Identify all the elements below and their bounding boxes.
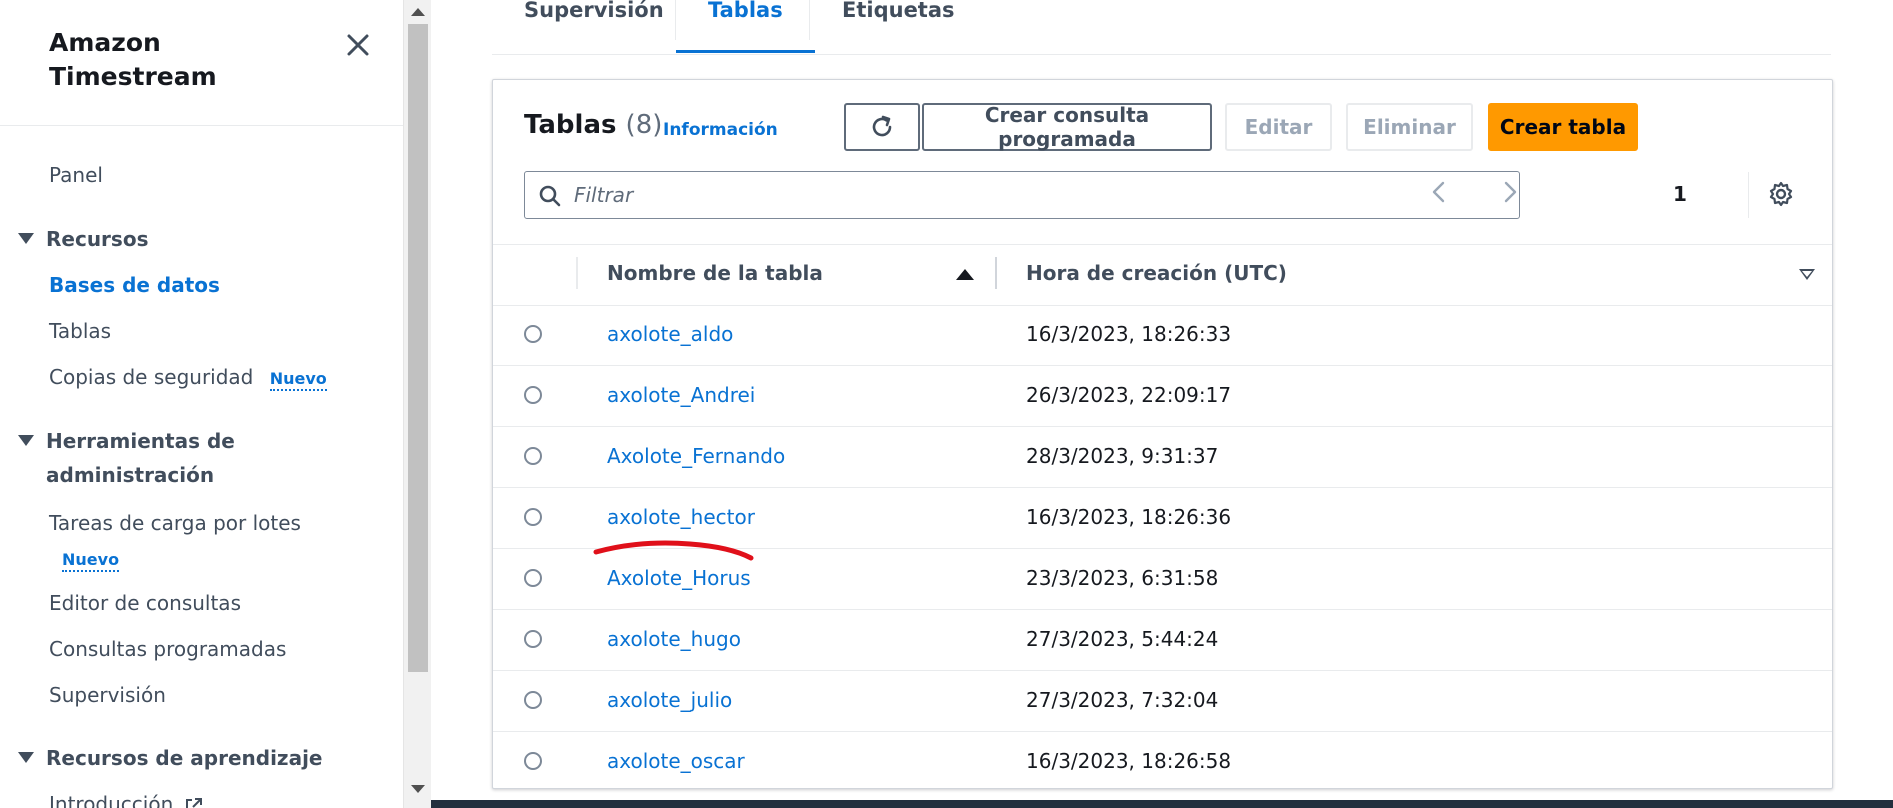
table-row[interactable]: axolote_julio 27/3/2023, 7:32:04	[493, 671, 1832, 732]
edit-button[interactable]: Editar	[1225, 103, 1332, 151]
tab-tables[interactable]: Tablas	[676, 0, 815, 53]
sidebar-item-tables[interactable]: Tablas	[49, 319, 111, 343]
sidebar-item-batch-load[interactable]: Tareas de carga por lotes	[49, 511, 301, 535]
chevron-right-icon[interactable]	[1500, 180, 1520, 204]
table-name-link[interactable]: Axolote_Horus	[607, 566, 751, 590]
section-learning-toggle[interactable]: Recursos de aprendizaje	[18, 741, 322, 775]
column-header-created[interactable]: Hora de creación (UTC)	[1026, 261, 1287, 285]
service-title[interactable]: Amazon Timestream	[49, 26, 217, 94]
caret-down-icon	[18, 435, 34, 446]
tables-heading: Tablas (8)	[524, 110, 663, 140]
table-name-link[interactable]: axolote_oscar	[607, 749, 745, 773]
creation-time: 16/3/2023, 18:26:58	[1026, 749, 1232, 773]
column-header-name[interactable]: Nombre de la tabla	[607, 261, 823, 285]
tables-container: Tablas (8) Información Crear consulta pr…	[492, 79, 1833, 789]
chevron-left-icon[interactable]	[1429, 180, 1449, 204]
tables-count: (8)	[625, 110, 663, 140]
creation-time: 16/3/2023, 18:26:36	[1026, 505, 1232, 529]
filter-placeholder: Filtrar	[574, 183, 634, 207]
sidebar-scrollbar[interactable]	[403, 0, 432, 808]
table-name-link[interactable]: axolote_aldo	[607, 322, 733, 346]
bottom-footer-bar	[431, 800, 1893, 808]
table-name-link[interactable]: axolote_hector	[607, 505, 755, 529]
table-row[interactable]: axolote_oscar 16/3/2023, 18:26:58	[493, 732, 1832, 788]
create-table-button[interactable]: Crear tabla	[1488, 103, 1638, 151]
sidebar-item-backups[interactable]: Copias de seguridad Nuevo	[49, 365, 327, 391]
row-select-radio[interactable]	[524, 569, 542, 587]
tab-monitoring[interactable]: Supervisión	[492, 0, 696, 53]
pagination-divider	[1748, 172, 1749, 218]
main-content: Supervisión Tablas Etiquetas Tablas (8) …	[431, 0, 1893, 808]
sidebar-item-label: Copias de seguridad	[49, 365, 254, 389]
delete-button[interactable]: Eliminar	[1346, 103, 1473, 151]
sidebar-item-monitoring[interactable]: Supervisión	[49, 683, 166, 707]
row-select-radio[interactable]	[524, 691, 542, 709]
table-row[interactable]: axolote_Andrei 26/3/2023, 22:09:17	[493, 366, 1832, 427]
sidebar-item-label: Introducción	[49, 792, 174, 808]
external-link-icon	[185, 797, 202, 808]
caret-down-icon	[18, 233, 34, 244]
scrollbar-thumb[interactable]	[408, 24, 428, 672]
tab-tags[interactable]: Etiquetas	[810, 0, 987, 53]
caret-down-icon	[18, 752, 34, 763]
side-navigation: Amazon Timestream Panel Recursos Bases d…	[0, 0, 403, 808]
column-divider[interactable]	[995, 257, 997, 289]
create-scheduled-query-button[interactable]: Crear consulta programada	[922, 103, 1212, 151]
page-number[interactable]: 1	[1673, 182, 1687, 206]
sort-ascending-icon[interactable]	[956, 269, 974, 280]
sidebar-item-intro[interactable]: Introducción	[49, 792, 204, 808]
row-select-radio[interactable]	[524, 447, 542, 465]
table-row[interactable]: Axolote_Horus 23/3/2023, 6:31:58	[493, 549, 1832, 610]
section-admin-tools-toggle[interactable]: Herramientas de administración	[18, 424, 235, 492]
table-name-link[interactable]: Axolote_Fernando	[607, 444, 785, 468]
row-select-radio[interactable]	[524, 508, 542, 526]
filter-input[interactable]: Filtrar	[524, 171, 1520, 219]
creation-time: 16/3/2023, 18:26:33	[1026, 322, 1232, 346]
creation-time: 27/3/2023, 5:44:24	[1026, 627, 1219, 651]
row-select-radio[interactable]	[524, 325, 542, 343]
sidebar-item-panel[interactable]: Panel	[49, 163, 103, 187]
new-badge[interactable]: Nuevo	[62, 550, 120, 572]
table-header: Nombre de la tabla Hora de creación (UTC…	[493, 244, 1832, 306]
table-name-link[interactable]: axolote_julio	[607, 688, 732, 712]
search-icon	[539, 185, 561, 207]
table-row[interactable]: axolote_hector 16/3/2023, 18:26:36	[493, 488, 1832, 549]
creation-time: 27/3/2023, 7:32:04	[1026, 688, 1219, 712]
sort-descending-icon[interactable]	[1799, 269, 1815, 280]
table-name-link[interactable]: axolote_Andrei	[607, 383, 755, 407]
scroll-up-arrow-icon[interactable]	[411, 8, 425, 16]
row-select-radio[interactable]	[524, 386, 542, 404]
sidebar-item-query-editor[interactable]: Editor de consultas	[49, 591, 241, 615]
creation-time: 23/3/2023, 6:31:58	[1026, 566, 1219, 590]
row-select-radio[interactable]	[524, 752, 542, 770]
creation-time: 28/3/2023, 9:31:37	[1026, 444, 1219, 468]
table-row[interactable]: axolote_hugo 27/3/2023, 5:44:24	[493, 610, 1832, 671]
column-divider	[576, 257, 578, 289]
new-badge[interactable]: Nuevo	[269, 369, 327, 391]
sidebar-item-databases[interactable]: Bases de datos	[49, 273, 220, 297]
section-resources-toggle[interactable]: Recursos	[18, 222, 148, 256]
refresh-icon	[872, 115, 892, 137]
info-link[interactable]: Información	[663, 120, 778, 140]
creation-time: 26/3/2023, 22:09:17	[1026, 383, 1232, 407]
table-row[interactable]: Axolote_Fernando 28/3/2023, 9:31:37	[493, 427, 1832, 488]
tab-bar: Supervisión Tablas Etiquetas	[492, 0, 1831, 55]
table-row[interactable]: axolote_aldo 16/3/2023, 18:26:33	[493, 305, 1832, 366]
table-body: axolote_aldo 16/3/2023, 18:26:33 axolote…	[493, 305, 1832, 788]
sidebar-divider	[0, 125, 403, 126]
gear-icon[interactable]	[1768, 181, 1794, 207]
sidebar-item-scheduled-queries[interactable]: Consultas programadas	[49, 637, 286, 661]
close-icon[interactable]	[343, 30, 373, 60]
scroll-down-arrow-icon[interactable]	[411, 785, 425, 793]
table-name-link[interactable]: axolote_hugo	[607, 627, 741, 651]
refresh-button[interactable]	[844, 103, 920, 151]
row-select-radio[interactable]	[524, 630, 542, 648]
